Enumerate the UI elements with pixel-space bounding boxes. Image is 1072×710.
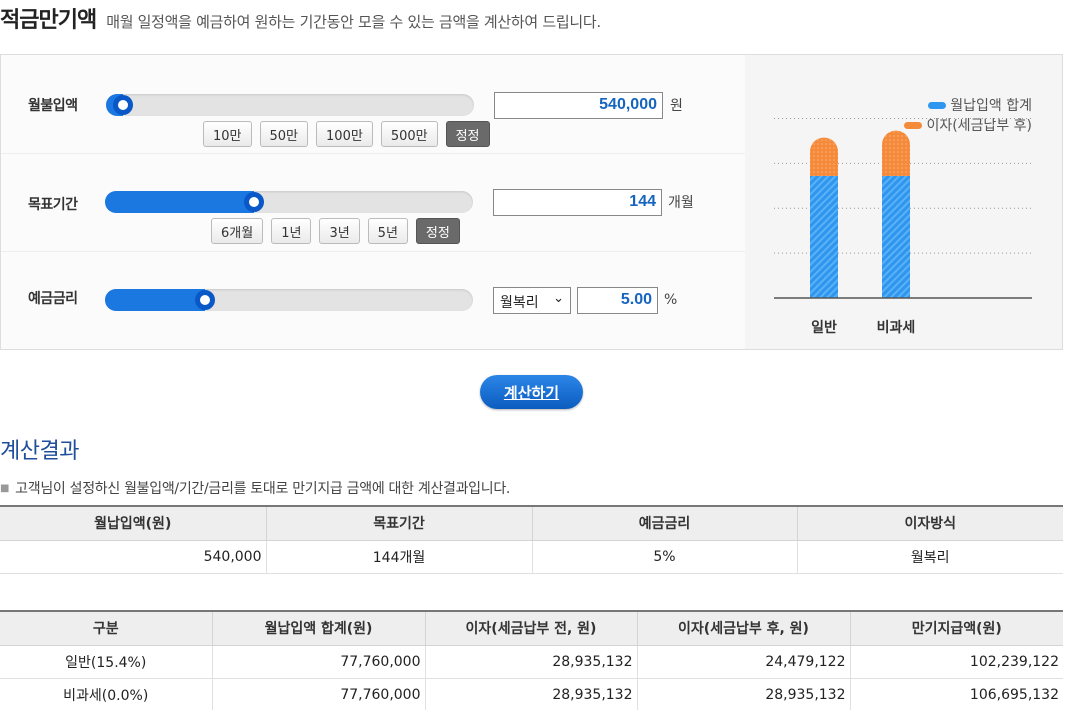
table-row: 일반(15.4%) 77,760,000 28,935,132 24,479,1… xyxy=(0,644,1063,679)
summary-header-period: 목표기간 xyxy=(265,505,533,541)
row-general-interest-pre: 28,935,132 xyxy=(424,644,638,679)
row-taxfree-interest-pre: 28,935,132 xyxy=(424,677,638,710)
row-general-type: 일반(15.4%) xyxy=(0,644,213,679)
rate-slider-knob[interactable] xyxy=(195,290,216,310)
period-5y-button[interactable]: 5년 xyxy=(367,218,408,244)
result-header-maturity: 만기지급액(원) xyxy=(849,610,1063,646)
page-description: 매월 일정액을 예금하여 원하는 기간동안 모을 수 있는 금액을 계산하여 드… xyxy=(106,13,601,31)
summary-table: 월납입액(원) 목표기간 예금금리 이자방식 540,000 144개월 5% … xyxy=(0,505,1063,574)
result-header-interest-post: 이자(세금납부 후, 원) xyxy=(636,610,851,646)
x-tick-label-taxfree: 비과세 xyxy=(877,320,916,336)
summary-header-row: 월납입액(원) 목표기간 예금금리 이자방식 xyxy=(0,505,1063,541)
period-slider[interactable] xyxy=(105,191,473,213)
result-table: 구분 월납입액 합계(원) 이자(세금납부 전, 원) 이자(세금납부 후, 원… xyxy=(0,610,1063,710)
result-header-interest-pre: 이자(세금납부 전, 원) xyxy=(424,610,638,646)
chart-bars xyxy=(810,130,910,298)
summary-period: 144개월 xyxy=(265,539,533,574)
row-taxfree-type: 비과세(0.0%) xyxy=(0,677,213,710)
compound-method-select[interactable]: 월복리 ⌄ xyxy=(493,287,571,314)
x-tick-label-general: 일반 xyxy=(811,319,837,336)
period-slider-knob[interactable] xyxy=(244,192,265,212)
period-6m-button[interactable]: 6개월 xyxy=(211,218,264,244)
table-row: 비과세(0.0%) 77,760,000 28,935,132 28,935,1… xyxy=(0,677,1063,710)
summary-monthly: 540,000 xyxy=(0,539,267,574)
bar-principal-0 xyxy=(810,175,838,298)
row-taxfree-principal: 77,760,000 xyxy=(211,677,426,710)
row-taxfree-interest-post: 28,935,132 xyxy=(636,677,851,710)
bar-interest-1 xyxy=(882,130,910,176)
summary-row: 540,000 144개월 5% 월복리 xyxy=(0,539,1063,574)
summary-header-monthly: 월납입액(원) xyxy=(0,505,267,541)
result-description-text: 고객님이 설정하신 월불입액/기간/금리를 토대로 만기지급 금액에 대한 계산… xyxy=(15,481,511,497)
rate-slider-fill xyxy=(105,289,206,311)
summary-rate: 5% xyxy=(531,539,798,574)
calculate-button[interactable]: 계산하기 xyxy=(480,375,583,409)
rate-slider[interactable] xyxy=(105,289,473,311)
result-description: ■ 고객님이 설정하신 월불입액/기간/금리를 토대로 만기지급 금액에 대한 계… xyxy=(0,478,510,498)
compound-method-value: 월복리 xyxy=(500,295,539,311)
result-header-principal: 월납입액 합계(원) xyxy=(211,610,426,646)
result-title: 계산결과 xyxy=(0,439,79,464)
period-unit: 개월 xyxy=(668,195,694,211)
summary-header-method: 이자방식 xyxy=(796,505,1063,541)
page-header: 적금만기액 매월 일정액을 예금하여 원하는 기간동안 모을 수 있는 금액을 … xyxy=(0,2,601,34)
page-title: 적금만기액 xyxy=(0,8,97,33)
result-chart: 일반 비과세 xyxy=(774,117,1032,336)
period-1y-button[interactable]: 1년 xyxy=(271,218,312,244)
result-header-type: 구분 xyxy=(0,610,213,646)
rate-widgets: 월복리 ⌄ 5.00 % xyxy=(0,54,744,314)
row-general-maturity: 102,239,122 xyxy=(849,644,1063,679)
period-input[interactable]: 144 xyxy=(493,189,662,216)
input-widgets: 6개월 1년 3년 5년 정정 144 개월 월복리 ⌄ 5.00 % xyxy=(0,54,744,350)
rate-input[interactable]: 5.00 xyxy=(577,287,658,314)
summary-method: 월복리 xyxy=(796,539,1063,574)
bar-principal-1 xyxy=(882,175,910,298)
bullet-icon: ■ xyxy=(0,483,10,494)
period-slider-fill xyxy=(105,191,255,213)
rate-unit: % xyxy=(664,292,678,308)
result-header-row: 구분 월납입액 합계(원) 이자(세금납부 전, 원) 이자(세금납부 후, 원… xyxy=(0,610,1063,646)
period-3y-button[interactable]: 3년 xyxy=(319,218,360,244)
period-reset-button[interactable]: 정정 xyxy=(415,218,460,244)
row-general-principal: 77,760,000 xyxy=(211,644,426,679)
row-general-interest-post: 24,479,122 xyxy=(636,644,851,679)
period-quick-buttons: 6개월 1년 3년 5년 정정 xyxy=(211,218,460,244)
chevron-down-icon: ⌄ xyxy=(553,291,564,306)
row-taxfree-maturity: 106,695,132 xyxy=(849,677,1063,710)
summary-header-rate: 예금금리 xyxy=(531,505,798,541)
bar-interest-0 xyxy=(810,137,838,176)
